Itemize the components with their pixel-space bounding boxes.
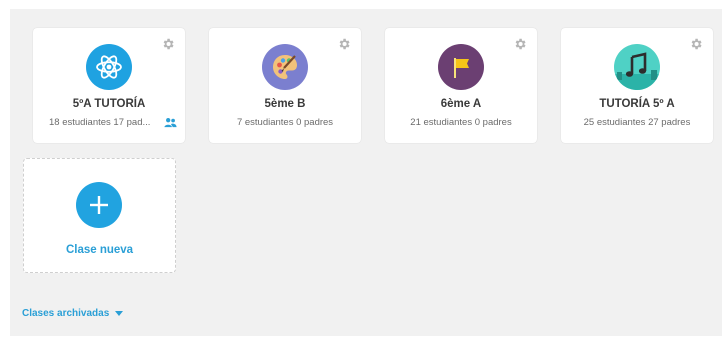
gear-icon[interactable]	[689, 37, 703, 51]
new-class-card[interactable]: Clase nueva	[23, 158, 176, 273]
class-avatar	[262, 44, 308, 90]
class-avatar	[86, 44, 132, 90]
class-name: TUTORÍA 5º A	[599, 98, 675, 110]
gear-icon[interactable]	[337, 37, 351, 51]
class-name: 6ème A	[440, 98, 482, 110]
parents-icon	[164, 118, 177, 128]
class-avatar	[438, 44, 484, 90]
class-card-tutoria-5a[interactable]: TUTORÍA 5º A 25 estudiantes 27 padres	[561, 28, 713, 143]
class-card-6eme-a[interactable]: 6ème A 21 estudiantes 0 padres	[385, 28, 537, 143]
music-note-icon	[614, 52, 660, 90]
gear-icon[interactable]	[161, 37, 175, 51]
class-card-5eme-b[interactable]: 5ème B 7 estudiantes 0 padres	[209, 28, 361, 143]
plus-icon	[90, 196, 108, 214]
class-avatar	[614, 44, 660, 90]
archived-classes-dropdown[interactable]: Clases archivadas	[22, 308, 124, 319]
class-stats: 21 estudiantes 0 padres	[410, 117, 512, 128]
add-class-button[interactable]	[76, 182, 122, 228]
gear-icon[interactable]	[513, 37, 527, 51]
flag-icon	[454, 58, 469, 78]
archived-classes-label[interactable]: Clases archivadas	[22, 308, 109, 319]
class-card-5a-tutoria[interactable]: 5ºA TUTORÍA 18 estudiantes 17 pad...	[33, 28, 185, 143]
new-class-label[interactable]: Clase nueva	[24, 244, 175, 256]
class-name: 5ºA TUTORÍA	[72, 98, 146, 110]
atom-icon	[96, 55, 122, 79]
palette-icon	[273, 55, 297, 79]
class-stats: 25 estudiantes 27 padres	[583, 117, 691, 128]
class-stats: 7 estudiantes 0 padres	[236, 117, 334, 128]
class-name: 5ème B	[264, 98, 306, 110]
caret-down-icon[interactable]	[115, 311, 124, 316]
